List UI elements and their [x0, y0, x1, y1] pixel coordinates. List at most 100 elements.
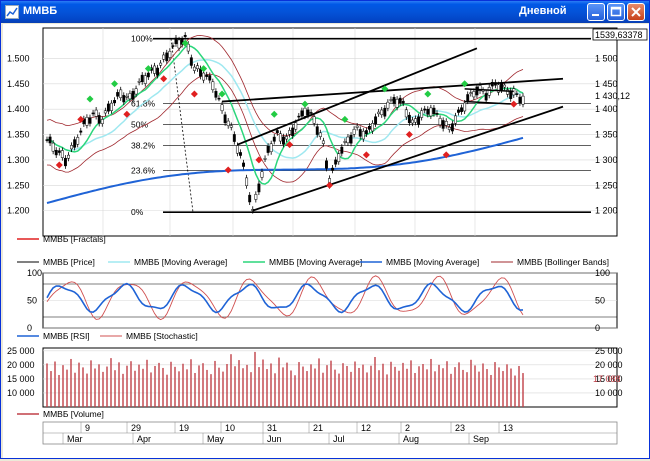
time-month-label: May — [207, 434, 225, 444]
candle-body — [278, 133, 282, 142]
candle-body — [410, 119, 414, 124]
maximize-button[interactable] — [607, 3, 625, 21]
candle-body — [254, 194, 258, 200]
price-tick-label-right: 1 300 — [595, 155, 618, 165]
time-day-label: 29 — [131, 423, 141, 433]
candle-body — [407, 114, 411, 124]
price-tick-label-left: 1.500 — [7, 53, 30, 63]
candle-body — [263, 158, 267, 160]
candle-body — [275, 130, 279, 134]
candle-body — [303, 107, 307, 117]
volume-tick-label-right: 25 000 — [595, 346, 623, 356]
candle-body — [466, 94, 470, 102]
candle-body — [398, 97, 402, 103]
candle-body — [196, 65, 199, 70]
candle-body — [343, 141, 347, 143]
candle-body — [79, 130, 83, 133]
maximize-icon — [610, 6, 622, 17]
candle-body — [119, 89, 123, 99]
candle-body — [475, 86, 479, 96]
time-day-label: 10 — [225, 423, 235, 433]
close-button[interactable] — [627, 3, 645, 21]
candle-body — [300, 110, 304, 117]
candle-body — [248, 194, 252, 203]
volume-tick-label-left: 15 000 — [7, 374, 35, 384]
volume-tick-label-left: 20 000 — [7, 360, 35, 370]
candle-body — [137, 81, 141, 83]
candle-body — [417, 116, 421, 125]
candle-body — [214, 91, 218, 98]
oscillator-panel: 0 0 50 50 100 100 ММВБ [RSI] ММВБ [Stochastic… — [17, 268, 618, 341]
candle-body — [401, 100, 405, 104]
candle-body — [146, 72, 150, 78]
candle-body — [288, 130, 292, 135]
chart-canvas[interactable]: 1.200 1.250 1.300 1.350 1.400 1.450 1.500 1 20… — [3, 24, 649, 458]
candle-body — [500, 82, 503, 91]
candle-body — [100, 119, 104, 124]
candle-body — [349, 134, 353, 144]
time-day-label: 19 — [179, 423, 189, 433]
oscillator-tick-label-left: 50 — [27, 296, 37, 306]
candle-body — [223, 114, 227, 124]
candle-body — [346, 136, 350, 144]
candle-body — [122, 95, 126, 103]
candle-body — [334, 159, 338, 165]
candle-body — [518, 96, 522, 104]
candle-body — [306, 109, 310, 116]
candle-body — [116, 92, 120, 97]
last-price-value: 1539,63378 — [595, 30, 643, 40]
candle-body — [321, 140, 325, 144]
candle-body — [48, 136, 52, 144]
time-month-label: Jul — [333, 434, 345, 444]
volume-tick-label-right: 20 000 — [595, 360, 623, 370]
time-day-label: 23 — [455, 423, 465, 433]
legend-rsi: ММВБ [RSI] — [43, 331, 90, 341]
candle-body — [226, 120, 230, 126]
candle-body — [374, 116, 378, 125]
chart-window: ММВБ Дневной 1.200 1.250 1.300 1.350 1.400 1.… — [0, 0, 650, 459]
candle-body — [392, 97, 396, 104]
minimize-button[interactable] — [587, 3, 605, 21]
volume-plot-frame — [42, 347, 618, 408]
chart-area[interactable]: 1.200 1.250 1.300 1.350 1.400 1.450 1.500 1 20… — [3, 24, 649, 458]
candle-body — [352, 129, 356, 135]
candle-body — [76, 137, 80, 145]
candle-body — [257, 183, 261, 193]
candle-body — [229, 125, 233, 128]
candle-body — [282, 136, 285, 145]
candle-body — [211, 81, 215, 91]
price-plot-frame — [42, 27, 618, 237]
candle-body — [294, 122, 298, 130]
time-axis[interactable]: 9 29 19 10 31 21 12 2 23 13 Mar Apr May Jun Jul Aug Sep — [42, 421, 618, 445]
candle-body — [245, 177, 249, 186]
time-day-label: 31 — [267, 423, 277, 433]
candle-body — [272, 136, 276, 142]
legend-ma-long: ММВБ [Moving Average] — [386, 257, 479, 267]
price-tick-label-right: 1 200 — [595, 206, 618, 216]
candle-body — [521, 95, 525, 105]
candle-body — [361, 130, 365, 140]
legend-price: ММВБ [Price] — [43, 257, 95, 267]
time-day-label: 2 — [405, 423, 410, 433]
price-tick-label-left: 1.450 — [7, 79, 30, 89]
legend-bollinger: ММВБ [Bollinger Bands] — [517, 257, 609, 267]
oscillator-legend: ММВБ [RSI] ММВБ [Stochastic] — [17, 331, 198, 341]
candle-body — [186, 43, 190, 52]
candle-body — [260, 171, 264, 178]
candle-body — [460, 107, 464, 112]
candle-body — [128, 93, 132, 100]
title-bar[interactable]: ММВБ Дневной — [1, 1, 649, 23]
candle-body — [291, 127, 295, 137]
candle-body — [91, 112, 95, 115]
legend-ma-mid: ММВБ [Moving Average] — [134, 257, 227, 267]
chart-app-icon[interactable] — [5, 5, 19, 19]
candle-body — [168, 50, 172, 58]
candle-body — [457, 109, 460, 113]
time-month-label: Mar — [67, 434, 83, 444]
candle-body — [395, 98, 399, 108]
oscillator-tick-label-left: 100 — [27, 268, 42, 278]
candle-body — [208, 75, 212, 81]
candle-body — [285, 136, 288, 140]
price-tick-label-left: 1.250 — [7, 180, 30, 190]
candle-body — [60, 150, 64, 158]
